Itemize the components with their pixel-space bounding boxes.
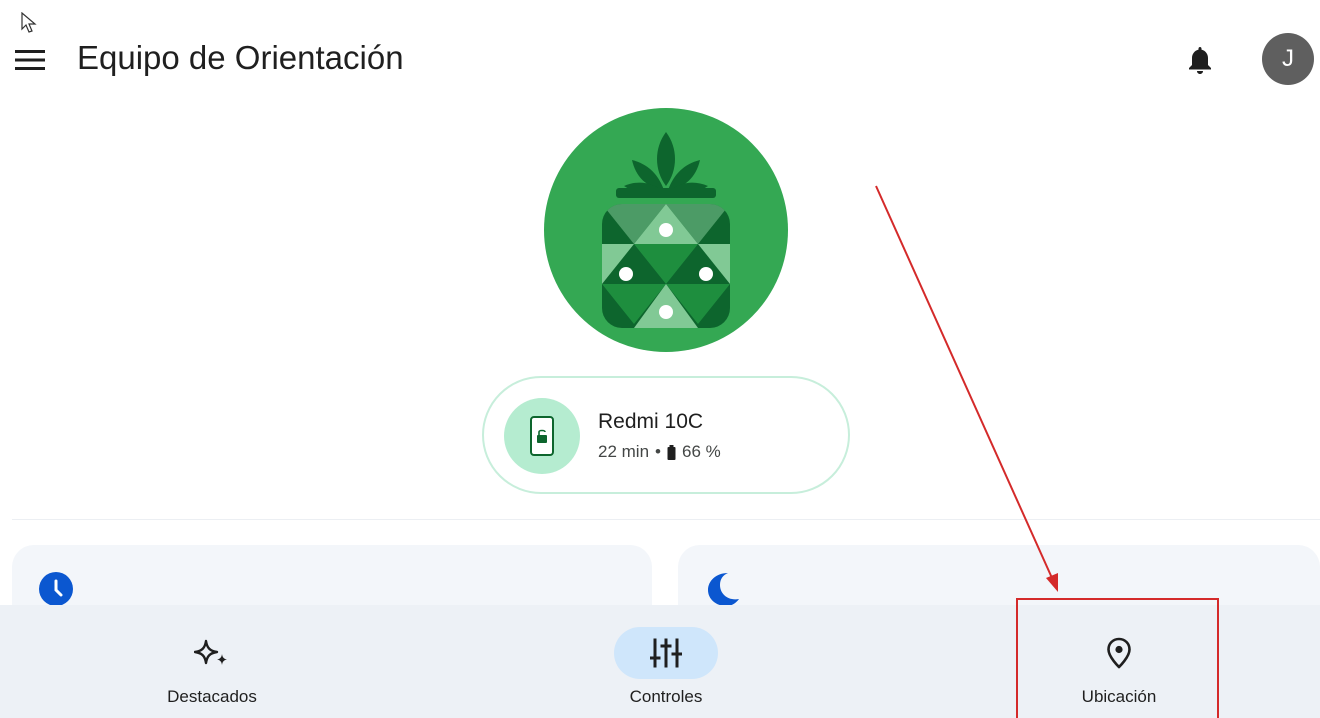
- device-name: Redmi 10C: [598, 410, 704, 433]
- nav-tab-ubicacion[interactable]: Ubicación: [1009, 605, 1229, 718]
- device-status: 22 min • 66 %: [598, 442, 721, 462]
- nav-indicator: [160, 627, 264, 679]
- bell-icon: [1189, 47, 1211, 74]
- device-card[interactable]: Redmi 10C 22 min • 66 %: [482, 376, 850, 494]
- device-avatar: [504, 398, 580, 474]
- nav-tab-controles[interactable]: Controles: [556, 605, 776, 718]
- account-avatar[interactable]: J: [1262, 33, 1314, 85]
- location-pin-icon: [1107, 637, 1131, 669]
- nav-active-indicator: [614, 627, 718, 679]
- last-seen-time: 22 min: [598, 442, 650, 461]
- meta-separator: •: [655, 442, 661, 461]
- page-title: Equipo de Orientación: [77, 39, 404, 76]
- bottom-navigation: Destacados Controles Ubicación: [0, 605, 1320, 718]
- notifications-button[interactable]: [1180, 40, 1220, 80]
- nav-label-ubicacion: Ubicación: [1081, 687, 1157, 706]
- nav-label-destacados: Destacados: [167, 687, 257, 706]
- moon-icon: [708, 573, 739, 606]
- sparkle-icon: [194, 639, 227, 665]
- nav-tab-destacados[interactable]: Destacados: [102, 605, 322, 718]
- clock-icon: [39, 572, 73, 606]
- tune-icon: [650, 638, 682, 668]
- battery-icon: [667, 444, 676, 460]
- family-pineapple-logo: [544, 108, 788, 352]
- top-app-bar: Equipo de Orientación J: [0, 30, 1320, 90]
- menu-button[interactable]: [12, 44, 48, 76]
- section-divider: [12, 519, 1320, 520]
- battery-level: 66 %: [681, 442, 721, 461]
- nav-label-controles: Controles: [629, 687, 703, 706]
- unlocked-phone-icon: [530, 416, 554, 456]
- nav-indicator: [1067, 627, 1171, 679]
- hamburger-menu-icon: [15, 50, 45, 70]
